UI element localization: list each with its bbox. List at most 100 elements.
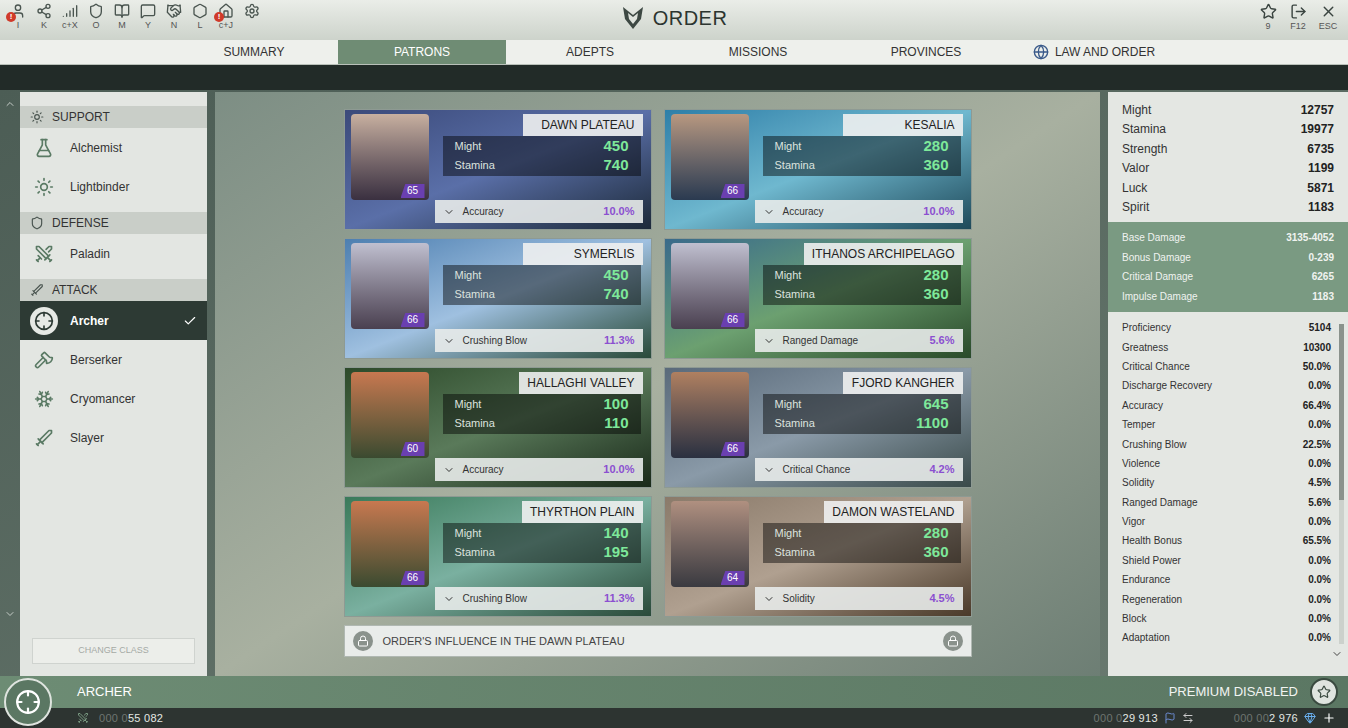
class-sidebar: SUPPORTAlchemistLightbinderDEFENSEPaladi… bbox=[20, 92, 207, 676]
window-button[interactable]: 9 bbox=[1258, 3, 1278, 32]
star-icon bbox=[1260, 3, 1277, 20]
patron-bonus[interactable]: Crushing Blow11.3% bbox=[435, 587, 643, 610]
stat-row: Accuracy66.4% bbox=[1122, 396, 1331, 415]
patron-bonus[interactable]: Solidity4.5% bbox=[755, 587, 963, 610]
patron-stats: Might280Stamina360 bbox=[763, 136, 961, 176]
check-icon bbox=[183, 314, 197, 328]
level-badge: 64 bbox=[721, 571, 745, 585]
scroll-down-icon[interactable] bbox=[4, 608, 16, 620]
patron-card[interactable]: 65DAWN PLATEAUMight450Stamina740Accuracy… bbox=[344, 109, 652, 230]
class-item[interactable]: Cryomancer bbox=[20, 379, 207, 418]
toolbar-button[interactable]: L bbox=[190, 3, 210, 31]
stat-row: Proficiency5104 bbox=[1122, 318, 1331, 337]
class-emblem[interactable] bbox=[4, 678, 52, 726]
chevron-down-icon bbox=[763, 593, 775, 605]
class-item[interactable]: Paladin bbox=[20, 234, 207, 273]
alert-badge: ! bbox=[6, 12, 16, 22]
scrollbar-thumb[interactable] bbox=[1339, 324, 1344, 500]
change-class-button[interactable]: CHANGE CLASS bbox=[32, 638, 195, 664]
status-bar: ARCHERPREMIUM DISABLED000 055 082000 029… bbox=[0, 676, 1348, 728]
chevron-down-icon bbox=[443, 335, 455, 347]
patron-grid: 65DAWN PLATEAUMight450Stamina740Accuracy… bbox=[344, 109, 972, 617]
tab[interactable]: LAW AND ORDER bbox=[1010, 40, 1178, 64]
toolbar-icon bbox=[192, 3, 208, 19]
patron-name: SYMERLIS bbox=[523, 243, 643, 265]
toolbar-button[interactable] bbox=[242, 3, 262, 31]
toolbar-button[interactable]: !c+J bbox=[216, 3, 236, 31]
shortcut-key: M bbox=[118, 19, 126, 31]
stat-row: Block0.0% bbox=[1122, 609, 1331, 628]
archer-icon bbox=[15, 689, 41, 715]
lock-icon bbox=[947, 635, 959, 647]
toolbar-icon bbox=[166, 3, 182, 19]
shortcut-key: N bbox=[171, 19, 178, 31]
stat-row: Strength6735 bbox=[1122, 139, 1334, 159]
stat-row: Greatness10300 bbox=[1122, 337, 1331, 356]
scroll-up-icon[interactable] bbox=[4, 98, 16, 110]
toolbar-button[interactable]: O bbox=[86, 3, 106, 31]
premium-icon[interactable] bbox=[1317, 685, 1331, 699]
toolbar-button[interactable]: K bbox=[34, 3, 54, 31]
title: ORDER bbox=[452, 0, 896, 36]
patron-name: HALLAGHI VALLEY bbox=[519, 372, 642, 394]
patron-bonus[interactable]: Ranged Damage5.6% bbox=[755, 329, 963, 352]
tab[interactable]: SUMMARY bbox=[170, 40, 338, 64]
level-badge: 66 bbox=[721, 184, 745, 198]
patron-card[interactable]: 66THYRTHON PLAINMight140Stamina195Crushi… bbox=[344, 496, 652, 617]
level-badge: 66 bbox=[401, 571, 425, 585]
toolbar-icon bbox=[114, 3, 130, 19]
toolbar-button[interactable]: !I bbox=[8, 3, 28, 31]
patron-bonus[interactable]: Accuracy10.0% bbox=[435, 200, 643, 223]
patron-card[interactable]: 66SYMERLISMight450Stamina740Crushing Blo… bbox=[344, 238, 652, 359]
toolbar-button[interactable]: Y bbox=[138, 3, 158, 31]
patron-card[interactable]: 66FJORD KANGHERMight645Stamina1100Critic… bbox=[664, 367, 972, 488]
group-icon bbox=[30, 110, 44, 124]
scrollbar[interactable] bbox=[1339, 324, 1344, 644]
patron-bonus[interactable]: Accuracy10.0% bbox=[435, 458, 643, 481]
patron-card[interactable]: 66KESALIAMight280Stamina360Accuracy10.0% bbox=[664, 109, 972, 230]
stat-row: Ranged Damage5.6% bbox=[1122, 493, 1331, 512]
toolbar-button[interactable]: N bbox=[164, 3, 184, 31]
window-button[interactable]: ESC bbox=[1318, 3, 1338, 32]
exchange-icon[interactable] bbox=[1182, 712, 1194, 724]
stat-row: Temper0.0% bbox=[1122, 415, 1331, 434]
class-icon bbox=[34, 177, 54, 197]
toolbar-button[interactable]: c+X bbox=[60, 3, 80, 31]
stat-row: Impulse Damage1183 bbox=[1122, 287, 1334, 307]
class-item[interactable]: Lightbinder bbox=[20, 167, 207, 206]
class-icon bbox=[34, 311, 54, 331]
patron-bonus[interactable]: Accuracy10.0% bbox=[755, 200, 963, 223]
toolbar-button[interactable]: M bbox=[112, 3, 132, 31]
currency-flag-icon bbox=[1164, 712, 1176, 724]
level-badge: 66 bbox=[721, 313, 745, 327]
chevron-down-icon bbox=[443, 593, 455, 605]
toolbar-icon bbox=[140, 3, 156, 19]
patron-card[interactable]: 60HALLAGHI VALLEYMight100Stamina110Accur… bbox=[344, 367, 652, 488]
patron-bonus[interactable]: Critical Chance4.2% bbox=[755, 458, 963, 481]
patron-card[interactable]: 64DAMON WASTELANDMight280Stamina360Solid… bbox=[664, 496, 972, 617]
plus-icon[interactable] bbox=[1322, 711, 1336, 725]
patron-stats: Might280Stamina360 bbox=[763, 265, 961, 305]
stat-row: Critical Chance50.0% bbox=[1122, 357, 1331, 376]
tab[interactable]: ADEPTS bbox=[506, 40, 674, 64]
class-icon bbox=[34, 138, 54, 158]
level-badge: 66 bbox=[721, 442, 745, 456]
patron-bonus[interactable]: Crushing Blow11.3% bbox=[435, 329, 643, 352]
tab[interactable]: PROVINCES bbox=[842, 40, 1010, 64]
tab[interactable]: MISSIONS bbox=[674, 40, 842, 64]
tab[interactable]: PATRONS bbox=[338, 40, 506, 64]
scroll-down-icon[interactable] bbox=[1331, 648, 1343, 660]
patron-card[interactable]: 66ITHANOS ARCHIPELAGOMight280Stamina360R… bbox=[664, 238, 972, 359]
level-badge: 66 bbox=[401, 313, 425, 327]
stat-row: Vigor0.0% bbox=[1122, 512, 1331, 531]
class-item[interactable]: Slayer bbox=[20, 418, 207, 457]
class-item[interactable]: Berserker bbox=[20, 340, 207, 379]
dark-strip bbox=[0, 65, 1348, 90]
stat-row: Endurance0.0% bbox=[1122, 570, 1331, 589]
stat-row: Crushing Blow22.5% bbox=[1122, 434, 1331, 453]
class-item[interactable]: Archer bbox=[20, 301, 207, 340]
class-item[interactable]: Alchemist bbox=[20, 128, 207, 167]
window-button[interactable]: F12 bbox=[1288, 3, 1308, 32]
patron-name: THYRTHON PLAIN bbox=[522, 501, 642, 523]
exit-icon bbox=[1290, 3, 1307, 20]
